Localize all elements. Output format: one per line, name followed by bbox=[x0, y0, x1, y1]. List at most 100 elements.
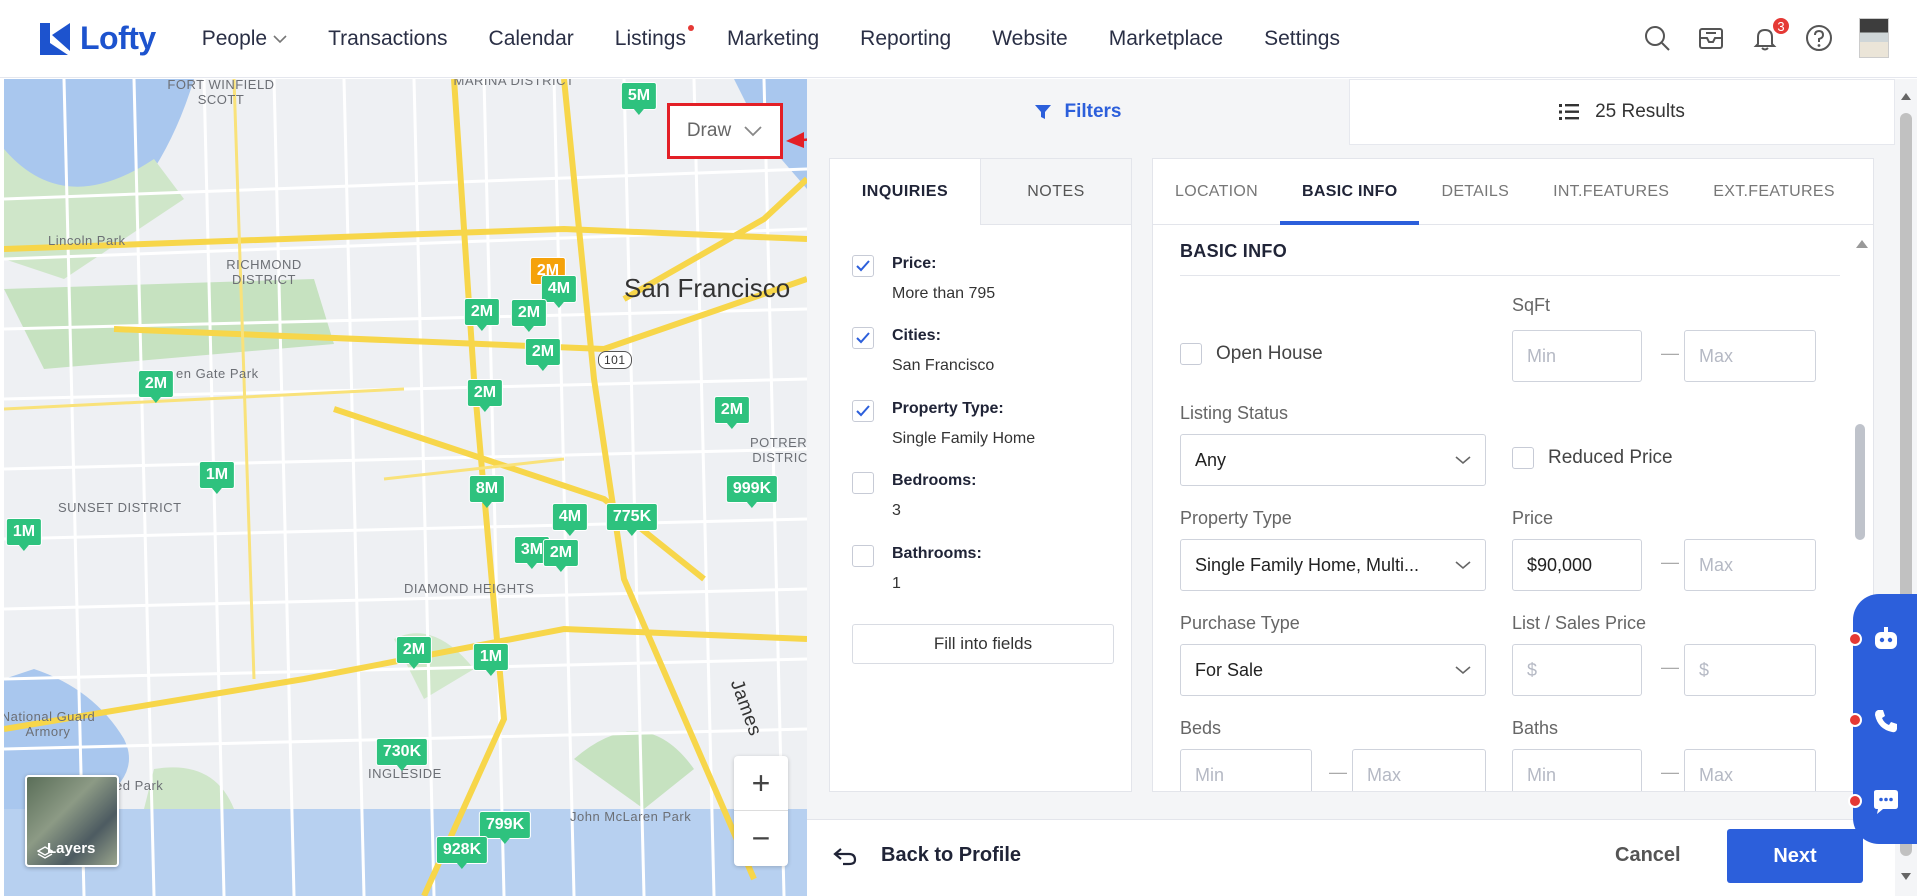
tab-int-features[interactable]: INT.FEATURES bbox=[1531, 159, 1691, 224]
list-price-min-input[interactable]: $ bbox=[1512, 644, 1642, 696]
chatbot-icon[interactable] bbox=[1871, 625, 1901, 655]
baths-max-input[interactable]: Max bbox=[1684, 749, 1816, 791]
map-pin[interactable]: 8M bbox=[468, 475, 506, 508]
layers-button[interactable]: Layers bbox=[25, 775, 119, 867]
message-icon[interactable] bbox=[1871, 787, 1901, 817]
checkbox[interactable] bbox=[1180, 343, 1202, 365]
nav-website[interactable]: Website bbox=[992, 27, 1067, 51]
criterion-checkbox[interactable] bbox=[852, 545, 874, 567]
nav-marketplace-label: Marketplace bbox=[1108, 26, 1224, 50]
checkbox[interactable] bbox=[1512, 447, 1534, 469]
criterion-title: Bathrooms: bbox=[892, 545, 982, 562]
nav-calendar[interactable]: Calendar bbox=[489, 27, 574, 51]
sqft-min-input[interactable]: Min bbox=[1512, 330, 1642, 382]
scroll-up-icon[interactable] bbox=[1900, 91, 1912, 101]
list-price-max-input[interactable]: $ bbox=[1684, 644, 1816, 696]
reduced-price-checkbox[interactable]: Reduced Price bbox=[1512, 447, 1673, 469]
map-pin[interactable]: 1M bbox=[5, 518, 43, 551]
lofty-logo[interactable]: Lofty bbox=[38, 20, 156, 57]
next-button[interactable]: Next bbox=[1727, 829, 1863, 883]
draw-dropdown[interactable]: Draw bbox=[667, 103, 783, 159]
criterion-checkbox[interactable] bbox=[852, 472, 874, 494]
criterion-checkbox[interactable] bbox=[852, 400, 874, 422]
nav-marketing[interactable]: Marketing bbox=[727, 27, 819, 51]
nav-transactions[interactable]: Transactions bbox=[328, 27, 447, 51]
tab-details[interactable]: DETAILS bbox=[1419, 159, 1531, 224]
tab-location[interactable]: LOCATION bbox=[1153, 159, 1280, 224]
map-pin[interactable]: 928K bbox=[435, 836, 489, 869]
back-to-profile-button[interactable]: Back to Profile bbox=[833, 844, 1021, 867]
map-pin[interactable]: 2M bbox=[713, 396, 751, 429]
purchase-type-select[interactable]: For Sale bbox=[1180, 644, 1486, 696]
property-type-select[interactable]: Single Family Home, Multi... bbox=[1180, 539, 1486, 591]
scroll-down-icon[interactable] bbox=[1900, 872, 1912, 882]
criterion-bathrooms: Bathrooms: 1 bbox=[852, 545, 982, 593]
beds-min-input[interactable]: Min bbox=[1180, 749, 1312, 791]
criterion-value: 3 bbox=[892, 502, 901, 519]
map-pin[interactable]: 1M bbox=[198, 461, 236, 494]
zoom-controls: + − bbox=[734, 756, 788, 866]
section-title: BASIC INFO bbox=[1180, 241, 1288, 261]
criterion-value: More than 795 bbox=[892, 285, 996, 302]
listing-status-select[interactable]: Any bbox=[1180, 434, 1486, 486]
map-pin[interactable]: 4M bbox=[540, 275, 578, 308]
map-pin[interactable]: 4M bbox=[551, 503, 589, 536]
scroll-up-icon[interactable] bbox=[1855, 239, 1869, 249]
nav-reporting[interactable]: Reporting bbox=[860, 27, 951, 51]
sqft-max-input[interactable]: Max bbox=[1684, 330, 1816, 382]
phone-icon[interactable] bbox=[1871, 706, 1901, 736]
tab-ext-features[interactable]: EXT.FEATURES bbox=[1691, 159, 1857, 224]
map-pin[interactable]: 2M bbox=[510, 299, 548, 332]
criterion-price: Price: More than 795 bbox=[852, 255, 995, 303]
results-toggle[interactable]: 25 Results bbox=[1349, 79, 1895, 145]
listing-status-label: Listing Status bbox=[1180, 403, 1289, 423]
map-pin[interactable]: 2M bbox=[395, 636, 433, 669]
beds-max-input[interactable]: Max bbox=[1352, 749, 1486, 791]
map-pin[interactable]: 730K bbox=[375, 738, 429, 771]
form-scrollbar[interactable] bbox=[1855, 424, 1865, 540]
main-menu: People Transactions Calendar Listings Ma… bbox=[202, 24, 1381, 51]
help-icon[interactable] bbox=[1803, 22, 1835, 54]
open-house-checkbox[interactable]: Open House bbox=[1180, 343, 1323, 365]
baths-min-input[interactable]: Min bbox=[1512, 749, 1642, 791]
fill-into-fields-button[interactable]: Fill into fields bbox=[852, 624, 1114, 664]
map-pin[interactable]: 999K bbox=[725, 475, 779, 508]
map-pin[interactable]: 2M bbox=[524, 338, 562, 371]
map-pin[interactable]: 1M bbox=[472, 643, 510, 676]
nav-listings[interactable]: Listings bbox=[614, 24, 694, 51]
zoom-out-button[interactable]: − bbox=[734, 811, 788, 866]
bell-icon[interactable]: 3 bbox=[1749, 16, 1791, 54]
filters-toggle[interactable]: Filters bbox=[807, 79, 1349, 145]
avatar[interactable] bbox=[1859, 18, 1889, 58]
property-type-value: Single Family Home, Multi... bbox=[1195, 554, 1420, 575]
tab-inquiries[interactable]: INQUIRIES bbox=[830, 159, 980, 225]
criterion-property-type: Property Type: Single Family Home bbox=[852, 400, 1035, 448]
nav-listings-label: Listings bbox=[614, 26, 686, 50]
tab-basic-info[interactable]: BASIC INFO bbox=[1280, 159, 1420, 225]
map-pin[interactable]: 2M bbox=[463, 298, 501, 331]
map-pin[interactable]: 799K bbox=[478, 811, 532, 844]
map-view[interactable]: FORT WINFIELD SCOTT MARINA DISTRICT Linc… bbox=[4, 79, 807, 896]
tab-notes[interactable]: NOTES bbox=[980, 159, 1131, 225]
purchase-type-value: For Sale bbox=[1195, 659, 1264, 680]
map-pin[interactable]: 775K bbox=[605, 503, 659, 536]
map-pin[interactable]: 2M bbox=[542, 539, 580, 572]
map-label-richmond: RICHMOND DISTRICT bbox=[226, 257, 302, 287]
checkmark-icon bbox=[856, 332, 870, 344]
map-pin[interactable]: 2M bbox=[466, 379, 504, 412]
criterion-checkbox[interactable] bbox=[852, 327, 874, 349]
price-min-input[interactable]: $90,000 bbox=[1512, 539, 1642, 591]
search-icon[interactable] bbox=[1641, 22, 1673, 54]
nav-settings[interactable]: Settings bbox=[1264, 27, 1340, 51]
inbox-icon[interactable] bbox=[1695, 22, 1727, 54]
map-pin[interactable]: 2M bbox=[137, 370, 175, 403]
criterion-checkbox[interactable] bbox=[852, 255, 874, 277]
zoom-in-button[interactable]: + bbox=[734, 756, 788, 811]
price-max-input[interactable]: Max bbox=[1684, 539, 1816, 591]
map-label-diamond-heights: DIAMOND HEIGHTS bbox=[404, 581, 535, 596]
cancel-button[interactable]: Cancel bbox=[1615, 844, 1681, 867]
nav-marketplace[interactable]: Marketplace bbox=[1109, 27, 1223, 51]
nav-calendar-label: Calendar bbox=[488, 26, 574, 50]
nav-people[interactable]: People bbox=[202, 27, 287, 51]
map-pin[interactable]: 5M bbox=[620, 82, 658, 115]
